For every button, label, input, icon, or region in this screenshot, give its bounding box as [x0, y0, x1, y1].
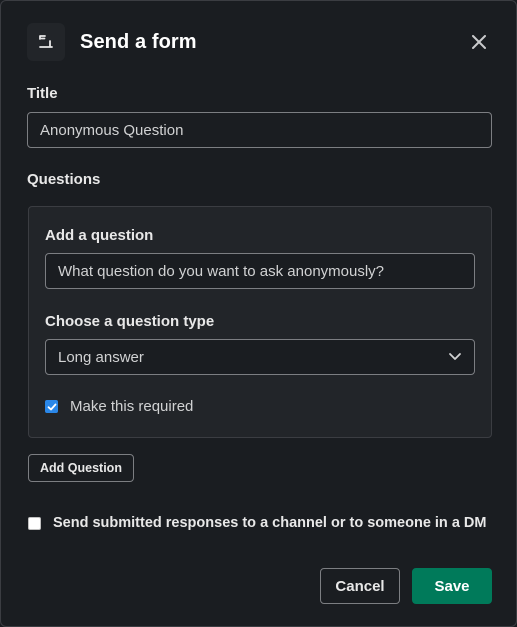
required-label: Make this required [70, 398, 194, 415]
question-input-value: What question do you want to ask anonymo… [58, 262, 385, 280]
modal-header: Send a form [27, 23, 496, 61]
questions-label: Questions [27, 171, 101, 188]
question-type-label: Choose a question type [45, 313, 215, 330]
question-panel: Add a question What question do you want… [28, 206, 492, 438]
add-question-button-label: Add Question [40, 461, 122, 475]
cancel-button[interactable]: Cancel [320, 568, 400, 604]
send-form-modal: Send a form Title Anonymous Question Que… [0, 0, 517, 627]
add-question-label: Add a question [45, 227, 154, 244]
question-input[interactable]: What question do you want to ask anonymo… [45, 253, 475, 289]
question-type-value: Long answer [58, 348, 144, 366]
send-responses-checkbox[interactable] [28, 516, 41, 530]
title-input-value: Anonymous Question [40, 121, 184, 139]
title-label: Title [27, 85, 58, 102]
save-button[interactable]: Save [412, 568, 492, 604]
required-row[interactable]: Make this required [45, 398, 193, 415]
title-input[interactable]: Anonymous Question [27, 112, 492, 148]
save-button-label: Save [434, 577, 470, 595]
modal-title: Send a form [80, 30, 197, 53]
required-checkbox[interactable] [45, 400, 58, 413]
add-question-button[interactable]: Add Question [28, 454, 134, 482]
send-responses-row[interactable]: Send submitted responses to a channel or… [28, 515, 486, 531]
send-responses-label: Send submitted responses to a channel or… [53, 515, 487, 531]
chevron-down-icon [448, 349, 462, 366]
close-icon[interactable] [466, 29, 492, 55]
cancel-button-label: Cancel [335, 577, 385, 595]
question-type-select[interactable]: Long answer [45, 339, 475, 375]
form-icon [27, 23, 65, 61]
